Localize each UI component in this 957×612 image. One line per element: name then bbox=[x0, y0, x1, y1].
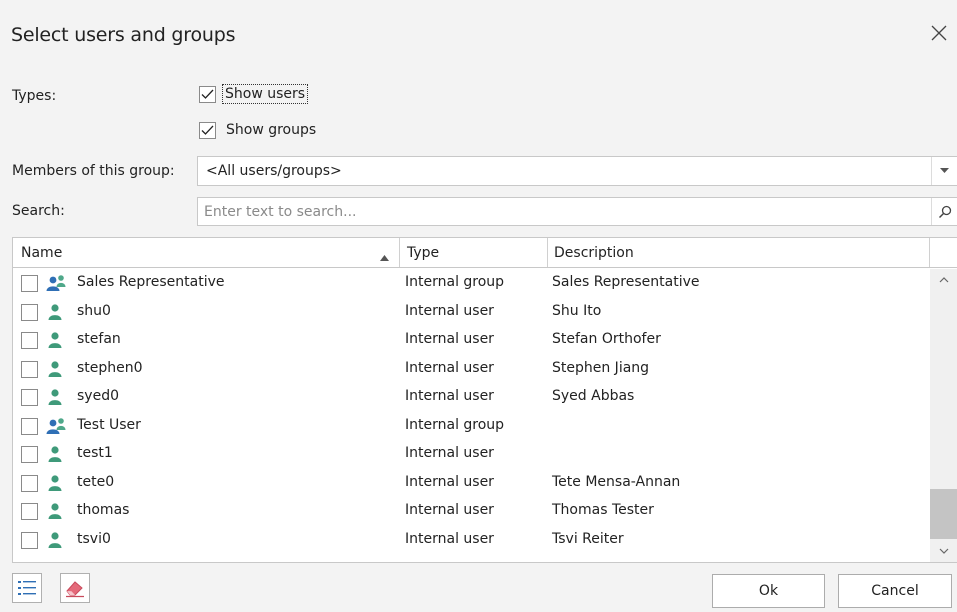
row-checkbox[interactable] bbox=[21, 303, 38, 321]
row-type: Internal user bbox=[405, 388, 494, 404]
row-type: Internal user bbox=[405, 359, 494, 376]
row-name: tete0 bbox=[77, 473, 115, 490]
row-type: Internal user bbox=[405, 302, 494, 319]
column-header-name-label: Name bbox=[21, 244, 63, 261]
list-view-button[interactable] bbox=[12, 573, 42, 603]
scroll-down-icon[interactable] bbox=[930, 540, 957, 562]
user-icon bbox=[45, 502, 67, 520]
group-icon bbox=[45, 274, 67, 292]
users-groups-grid: Name Type Description Sales Representati… bbox=[12, 237, 957, 563]
search-label: Search: bbox=[12, 203, 65, 219]
row-name: Test User bbox=[77, 416, 141, 433]
row-description: Stephen Jiang bbox=[552, 359, 650, 376]
row-type: Internal group bbox=[405, 274, 505, 290]
table-row[interactable]: tsvi0 Internal user Tsvi Reiter bbox=[13, 526, 930, 555]
show-users-checkbox[interactable]: Show users bbox=[199, 84, 309, 104]
row-type: Internal user bbox=[405, 331, 494, 347]
user-icon bbox=[45, 331, 67, 349]
column-header-description-label: Description bbox=[554, 244, 634, 261]
row-name: syed0 bbox=[77, 388, 119, 404]
row-checkbox[interactable] bbox=[21, 446, 38, 463]
checkbox-box[interactable] bbox=[199, 85, 216, 103]
table-row[interactable]: stephen0 Internal user Stephen Jiang bbox=[13, 355, 930, 384]
row-type: Internal group bbox=[405, 416, 505, 433]
user-icon bbox=[45, 474, 67, 492]
grid-header: Name Type Description bbox=[13, 238, 957, 268]
table-row[interactable]: shu0 Internal user Shu Ito bbox=[13, 298, 930, 327]
row-checkbox[interactable] bbox=[21, 389, 38, 406]
search-icon[interactable] bbox=[931, 198, 957, 225]
row-checkbox[interactable] bbox=[21, 417, 38, 435]
table-row[interactable]: test1 Internal user bbox=[13, 440, 930, 469]
row-name: shu0 bbox=[77, 302, 111, 319]
row-description: Stefan Orthofer bbox=[552, 331, 661, 347]
group-icon bbox=[45, 417, 67, 435]
eraser-icon bbox=[66, 581, 84, 598]
types-label: Types: bbox=[12, 88, 57, 104]
row-description: Tete Mensa-Annan bbox=[552, 473, 681, 490]
row-checkbox[interactable] bbox=[21, 503, 38, 520]
sort-ascending-icon bbox=[380, 249, 389, 265]
list-icon bbox=[18, 581, 36, 595]
row-checkbox[interactable] bbox=[21, 474, 38, 492]
row-type: Internal user bbox=[405, 530, 494, 547]
cancel-button[interactable]: Cancel bbox=[838, 574, 952, 608]
row-description: Thomas Tester bbox=[552, 502, 654, 518]
table-row[interactable]: syed0 Internal user Syed Abbas bbox=[13, 383, 930, 412]
scrollbar-thumb[interactable] bbox=[930, 489, 957, 539]
table-row[interactable]: Test User Internal group bbox=[13, 412, 930, 441]
close-icon[interactable] bbox=[928, 22, 950, 44]
row-name: thomas bbox=[77, 502, 130, 518]
scroll-up-icon[interactable] bbox=[930, 269, 957, 291]
search-box[interactable] bbox=[197, 197, 957, 226]
column-header-description[interactable]: Description bbox=[548, 238, 930, 267]
vertical-scrollbar[interactable] bbox=[930, 269, 957, 562]
row-name: test1 bbox=[77, 445, 113, 461]
row-name: Sales Representative bbox=[77, 274, 225, 290]
members-of-group-dropdown[interactable]: <All users/groups> bbox=[197, 156, 957, 186]
members-of-group-value: <All users/groups> bbox=[206, 163, 342, 179]
user-icon bbox=[45, 388, 67, 406]
row-description: Tsvi Reiter bbox=[552, 530, 624, 547]
row-description: Sales Representative bbox=[552, 274, 700, 290]
row-type: Internal user bbox=[405, 445, 494, 461]
row-checkbox[interactable] bbox=[21, 360, 38, 378]
column-header-type[interactable]: Type bbox=[400, 238, 548, 267]
column-header-name[interactable]: Name bbox=[13, 238, 400, 267]
grid-rows: Sales Representative Internal group Sale… bbox=[13, 269, 930, 554]
checkbox-box[interactable] bbox=[199, 121, 216, 139]
row-description: Shu Ito bbox=[552, 302, 602, 319]
column-header-type-label: Type bbox=[407, 244, 440, 261]
table-row[interactable]: stefan Internal user Stefan Orthofer bbox=[13, 326, 930, 355]
row-checkbox[interactable] bbox=[21, 531, 38, 549]
row-name: tsvi0 bbox=[77, 530, 111, 547]
row-description: Syed Abbas bbox=[552, 388, 635, 404]
table-row[interactable]: thomas Internal user Thomas Tester bbox=[13, 497, 930, 526]
table-row[interactable]: tete0 Internal user Tete Mensa-Annan bbox=[13, 469, 930, 498]
chevron-down-icon[interactable] bbox=[931, 157, 957, 185]
row-name: stephen0 bbox=[77, 359, 143, 376]
column-header-filler bbox=[930, 238, 957, 267]
user-icon bbox=[45, 445, 67, 463]
row-type: Internal user bbox=[405, 502, 494, 518]
row-checkbox[interactable] bbox=[21, 332, 38, 349]
dialog-title: Select users and groups bbox=[11, 24, 236, 46]
user-icon bbox=[45, 360, 67, 378]
ok-button[interactable]: Ok bbox=[712, 574, 825, 608]
row-name: stefan bbox=[77, 331, 121, 347]
row-checkbox[interactable] bbox=[21, 275, 38, 292]
select-users-groups-dialog: Select users and groups Types: Show user… bbox=[0, 0, 957, 612]
members-of-group-label: Members of this group: bbox=[12, 163, 175, 179]
table-row[interactable]: Sales Representative Internal group Sale… bbox=[13, 269, 930, 298]
user-icon bbox=[45, 531, 67, 549]
search-input[interactable] bbox=[198, 198, 931, 225]
user-icon bbox=[45, 303, 67, 321]
show-groups-label: Show groups bbox=[226, 122, 317, 138]
show-groups-checkbox[interactable]: Show groups bbox=[199, 120, 318, 140]
clear-selection-button[interactable] bbox=[60, 573, 90, 603]
show-users-label: Show users bbox=[222, 84, 309, 104]
row-type: Internal user bbox=[405, 473, 494, 490]
